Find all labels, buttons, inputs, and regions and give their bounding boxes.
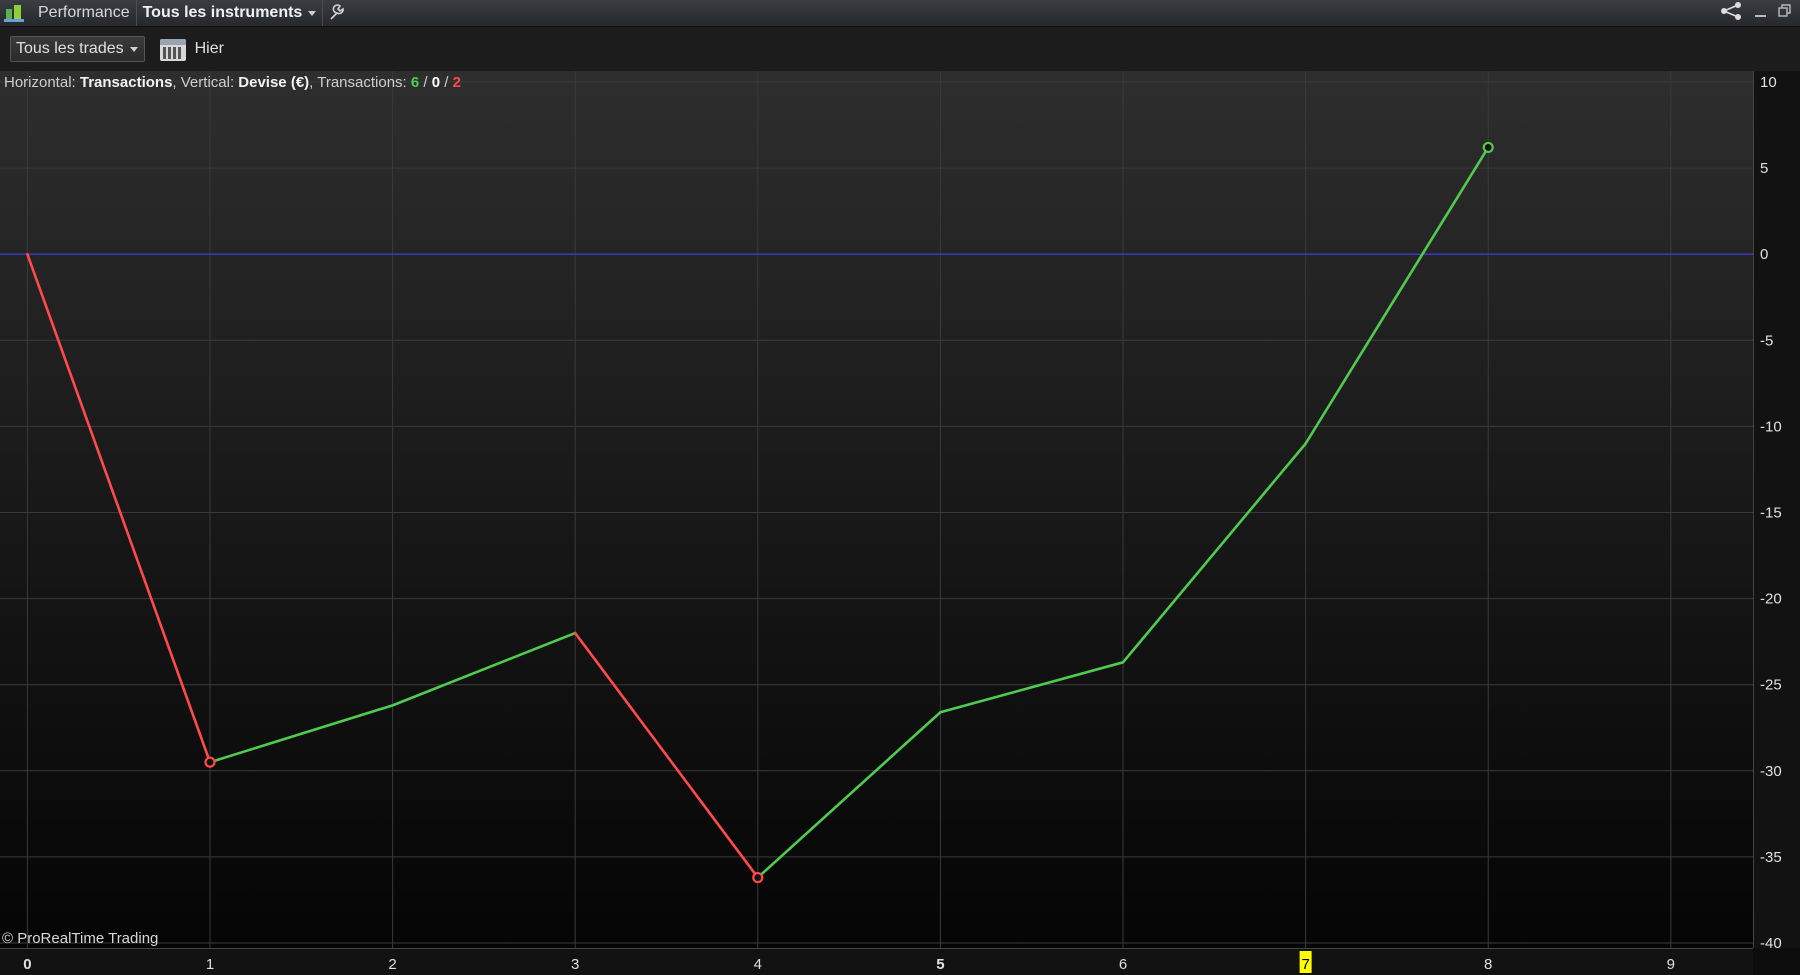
legend-horizontal-label: Horizontal: [4, 74, 80, 91]
y-tick-label: -20 [1760, 591, 1782, 608]
legend-vertical-label: , Vertical: [172, 74, 239, 91]
equity-segment-3 [573, 631, 760, 879]
x-tick-label: 6 [1119, 956, 1127, 973]
x-tick-label: 8 [1484, 956, 1492, 973]
legend-losses: 2 [452, 74, 461, 91]
x-tick-label: 1 [206, 956, 214, 973]
legend-vertical-value: Devise (€) [238, 74, 310, 91]
legend-transactions-label: , Transactions: [309, 74, 411, 91]
legend-neutral: 0 [431, 74, 441, 91]
x-tick-label: 5 [936, 956, 944, 973]
legend-horizontal-value: Transactions [79, 74, 173, 91]
y-tick-label: -15 [1760, 505, 1782, 522]
x-tick-label: 2 [388, 956, 396, 973]
y-tick-label: 0 [1760, 246, 1768, 263]
trade-marker-4 [752, 871, 764, 884]
legend-sep-1: / [419, 74, 432, 91]
x-tick-label: 9 [1667, 956, 1675, 973]
y-tick-label: -10 [1760, 418, 1782, 435]
y-tick-label: -35 [1760, 849, 1782, 866]
equity-segment-0 [26, 252, 212, 764]
y-tick-label: 10 [1760, 74, 1777, 91]
y-tick-label: 5 [1760, 160, 1768, 177]
equity-segment-5 [939, 661, 1125, 714]
trade-marker-8 [1482, 141, 1494, 154]
equity-segment-7 [1304, 146, 1490, 445]
legend-sep-2: / [440, 74, 453, 91]
trade-marker-1 [204, 756, 216, 768]
y-tick-label: -40 [1760, 935, 1782, 952]
legend-wins: 6 [410, 74, 420, 91]
equity-segment-4 [756, 710, 942, 879]
equity-segment-6 [1121, 442, 1307, 664]
copyright-text: © ProRealTime Trading [2, 930, 159, 947]
x-tick-label: 4 [754, 956, 762, 973]
y-tick-label: -5 [1760, 332, 1773, 349]
equity-segment-1 [208, 704, 394, 764]
equity-segment-2 [391, 631, 577, 707]
y-tick-label: -30 [1760, 763, 1782, 780]
x-tick-label: 7 [1301, 956, 1309, 973]
equity-curve-chart: 10 5 0 -5 -10 -15 -20 -25 -30 -35 -40 0 1 2 3 4 5 6 7 8 9 [0, 71, 1782, 973]
x-tick-label: 3 [571, 956, 579, 973]
chart-legend: Horizontal: Transactions, Vertical: Devi… [4, 74, 461, 91]
x-tick-label: 0 [23, 956, 31, 973]
y-tick-label: -25 [1760, 677, 1782, 694]
